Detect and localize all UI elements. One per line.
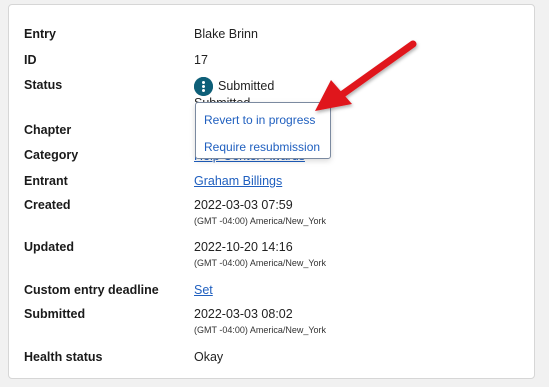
- submitted-value: 2022-03-03 08:02: [194, 307, 293, 321]
- status-menu-button[interactable]: [194, 77, 213, 96]
- entry-label: Entry: [24, 27, 56, 41]
- entrant-label: Entrant: [24, 174, 68, 188]
- status-dropdown-menu: Revert to in progress Require resubmissi…: [195, 102, 331, 159]
- health-status-label: Health status: [24, 350, 103, 364]
- require-resubmission-item[interactable]: Require resubmission: [204, 140, 320, 154]
- deadline-label: Custom entry deadline: [24, 283, 159, 297]
- id-value: 17: [194, 53, 208, 67]
- id-label: ID: [24, 53, 37, 67]
- set-deadline-link[interactable]: Set: [194, 283, 213, 297]
- entrant-link[interactable]: Graham Billings: [194, 174, 282, 188]
- health-status-value: Okay: [194, 350, 224, 364]
- submitted-label: Submitted: [24, 307, 86, 321]
- revert-to-in-progress-item[interactable]: Revert to in progress: [204, 113, 315, 127]
- status-label: Status: [24, 78, 63, 92]
- created-timezone: (GMT -04:00) America/New_York: [194, 216, 327, 226]
- status-value: Submitted: [218, 79, 275, 93]
- created-label: Created: [24, 198, 71, 212]
- created-value: 2022-03-03 07:59: [194, 198, 293, 212]
- updated-label: Updated: [24, 240, 74, 254]
- entry-value: Blake Brinn: [194, 27, 258, 41]
- entry-details-card: Entry Blake Brinn ID 17 Status Submitted…: [8, 4, 535, 379]
- updated-timezone: (GMT -04:00) America/New_York: [194, 258, 327, 268]
- chapter-label: Chapter: [24, 123, 72, 137]
- submitted-timezone: (GMT -04:00) America/New_York: [194, 325, 327, 335]
- category-label: Category: [24, 148, 79, 162]
- updated-value: 2022-10-20 14:16: [194, 240, 293, 254]
